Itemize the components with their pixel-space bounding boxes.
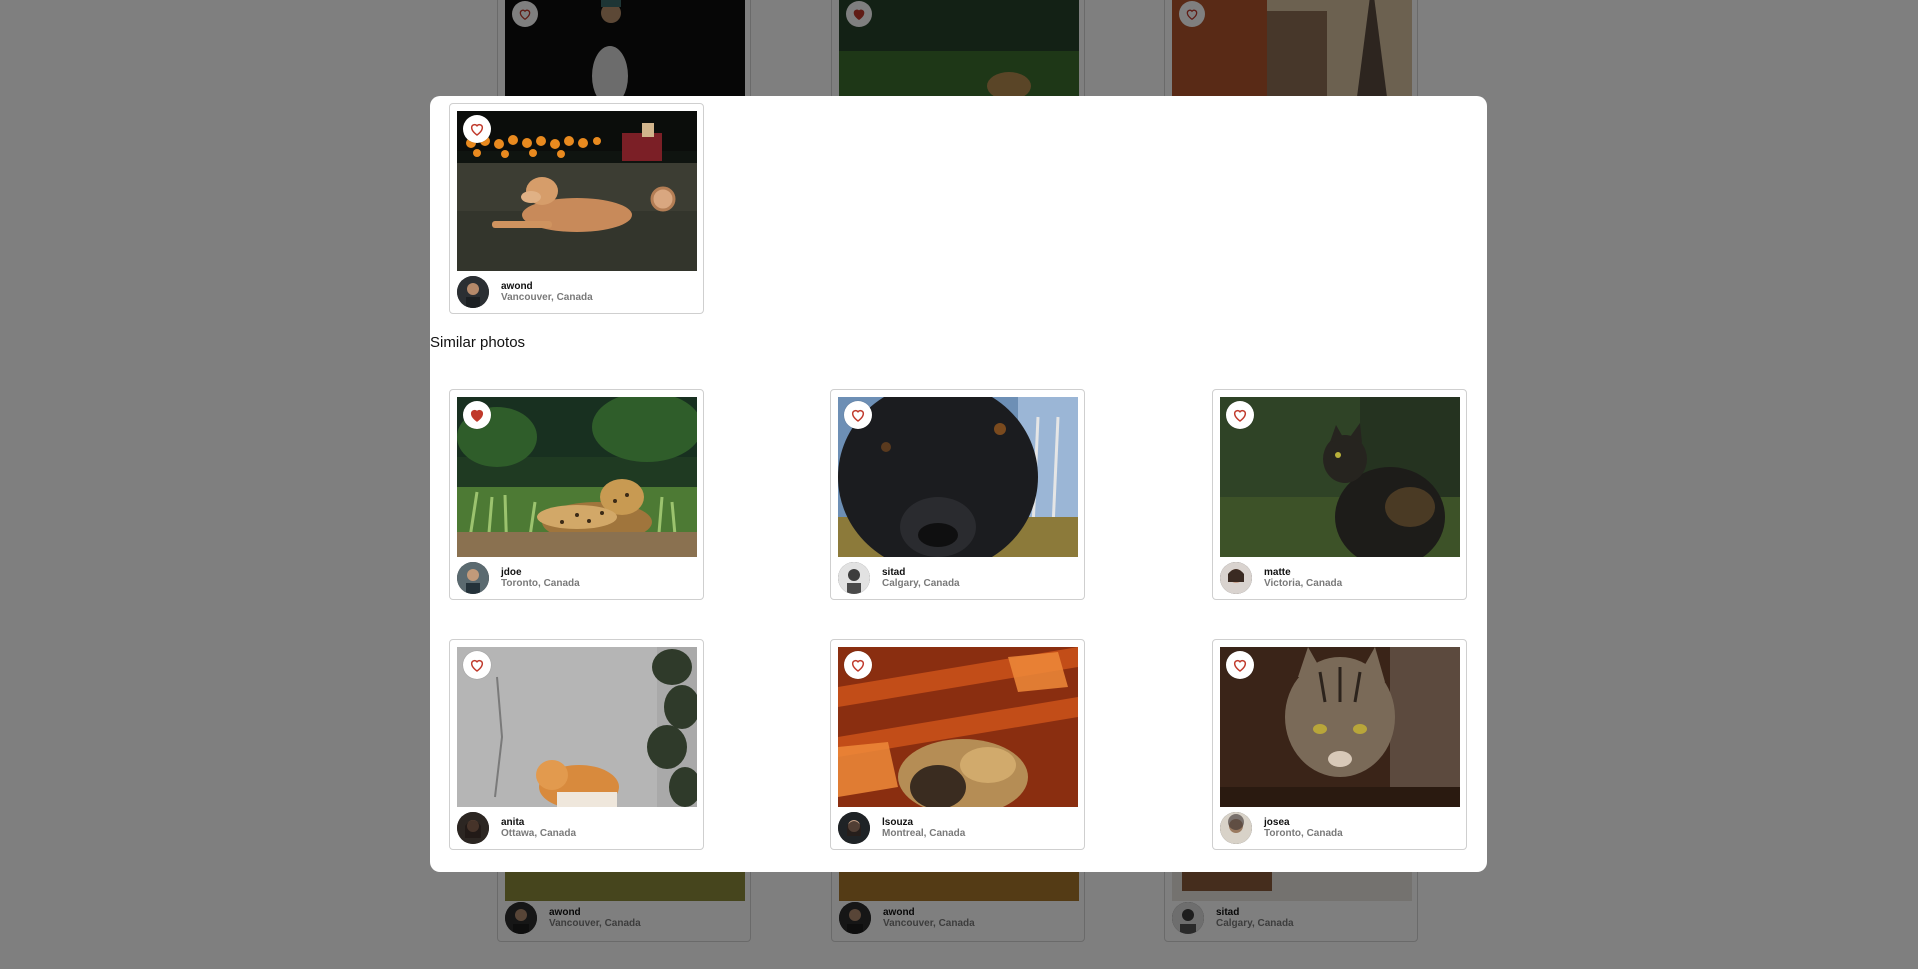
photo-jaguar[interactable] bbox=[457, 397, 697, 557]
avatar[interactable] bbox=[838, 812, 870, 844]
avatar[interactable] bbox=[1220, 562, 1252, 594]
photo-author: awond Vancouver, Canada bbox=[457, 275, 697, 309]
similar-photos-heading: Similar photos bbox=[430, 334, 526, 351]
location: Toronto, Canada bbox=[501, 578, 580, 589]
like-heart-icon[interactable] bbox=[844, 401, 872, 429]
location: Victoria, Canada bbox=[1264, 578, 1343, 589]
photo-author: lsouza Montreal, Canada bbox=[838, 811, 1078, 845]
like-heart-icon[interactable] bbox=[463, 651, 491, 679]
avatar[interactable] bbox=[457, 812, 489, 844]
avatar[interactable] bbox=[1220, 812, 1252, 844]
photo-detail-modal: awond Vancouver, Canada Similar photos j… bbox=[430, 96, 1487, 872]
username[interactable]: anita bbox=[501, 817, 576, 829]
username[interactable]: lsouza bbox=[882, 817, 965, 829]
main-photo-card[interactable]: awond Vancouver, Canada bbox=[449, 103, 704, 314]
avatar[interactable] bbox=[838, 562, 870, 594]
photo-sleeping-cat[interactable] bbox=[838, 647, 1078, 807]
similar-photo-card[interactable]: anita Ottawa, Canada bbox=[449, 639, 704, 850]
location: Montreal, Canada bbox=[882, 828, 966, 839]
avatar[interactable] bbox=[457, 562, 489, 594]
username[interactable]: josea bbox=[1264, 817, 1343, 829]
photo-author: anita Ottawa, Canada bbox=[457, 811, 697, 845]
location: Toronto, Canada bbox=[1264, 828, 1343, 839]
photo-author: jdoe Toronto, Canada bbox=[457, 561, 697, 595]
photo-orange-cat[interactable] bbox=[457, 647, 697, 807]
photo-author: matte Victoria, Canada bbox=[1220, 561, 1460, 595]
username[interactable]: jdoe bbox=[501, 567, 580, 579]
photo-black-dog[interactable] bbox=[838, 397, 1078, 557]
like-heart-icon[interactable] bbox=[1226, 401, 1254, 429]
username[interactable]: awond bbox=[501, 281, 593, 293]
similar-photo-card[interactable]: jdoe Toronto, Canada bbox=[449, 389, 704, 600]
username[interactable]: sitad bbox=[882, 567, 960, 579]
photo-dark-cat[interactable] bbox=[1220, 397, 1460, 557]
similar-photo-card[interactable]: lsouza Montreal, Canada bbox=[830, 639, 1085, 850]
similar-photo-card[interactable]: matte Victoria, Canada bbox=[1212, 389, 1467, 600]
like-heart-icon[interactable] bbox=[463, 401, 491, 429]
photo-author: josea Toronto, Canada bbox=[1220, 811, 1460, 845]
photo-dog[interactable] bbox=[457, 111, 697, 271]
photo-tabby-cat[interactable] bbox=[1220, 647, 1460, 807]
similar-photo-card[interactable]: sitad Calgary, Canada bbox=[830, 389, 1085, 600]
location: Vancouver, Canada bbox=[501, 292, 593, 303]
like-heart-icon[interactable] bbox=[1226, 651, 1254, 679]
photo-author: sitad Calgary, Canada bbox=[838, 561, 1078, 595]
location: Ottawa, Canada bbox=[501, 828, 577, 839]
location: Calgary, Canada bbox=[882, 578, 960, 589]
avatar[interactable] bbox=[457, 276, 489, 308]
similar-photo-card[interactable]: josea Toronto, Canada bbox=[1212, 639, 1467, 850]
username[interactable]: matte bbox=[1264, 567, 1342, 579]
like-heart-icon[interactable] bbox=[844, 651, 872, 679]
like-heart-icon[interactable] bbox=[463, 115, 491, 143]
